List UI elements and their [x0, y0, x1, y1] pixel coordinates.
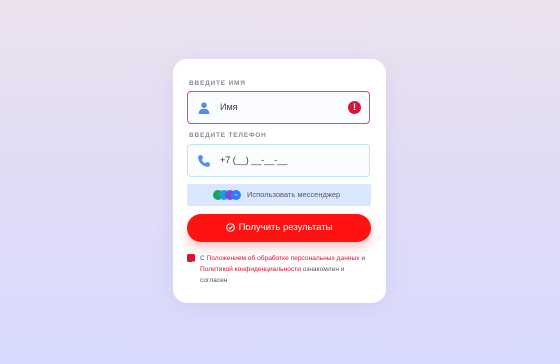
consent-mid: и: [359, 255, 366, 262]
privacy-policy-link[interactable]: Положением об обработке персональных дан…: [207, 255, 360, 262]
error-icon: !: [348, 101, 361, 114]
consent-text: С Положением об обработке персональных д…: [200, 253, 372, 286]
phone-field-label: ВВЕДИТЕ ТЕЛЕФОН: [189, 132, 267, 139]
name-field-label: ВВЕДИТЕ ИМЯ: [189, 80, 246, 87]
user-icon: [198, 102, 210, 114]
consent-checkbox[interactable]: [187, 254, 195, 266]
name-input[interactable]: Имя !: [187, 91, 370, 124]
phone-input[interactable]: +7 (__) __-__-__: [187, 144, 370, 177]
submit-label: Получить результаты: [238, 222, 333, 233]
confidentiality-link[interactable]: Политикой конфиденциальности: [200, 266, 301, 273]
consent-prefix: С: [200, 255, 207, 262]
submit-button[interactable]: Получить результаты: [187, 214, 371, 242]
messenger-icons: [213, 190, 241, 200]
checkbox-checked-icon: [188, 260, 194, 266]
check-circle-icon: [225, 223, 235, 232]
lead-form-card: ВВЕДИТЕ ИМЯ Имя ! ВВЕДИТЕ ТЕЛЕФОН +7 (__…: [173, 59, 386, 303]
phone-icon: [198, 155, 210, 167]
phone-input-value: +7 (__) __-__-__: [220, 155, 288, 165]
messenger-label: Использовать мессенджер: [247, 190, 341, 199]
messenger-button[interactable]: Использовать мессенджер: [187, 184, 371, 206]
name-input-placeholder: Имя: [220, 102, 238, 112]
